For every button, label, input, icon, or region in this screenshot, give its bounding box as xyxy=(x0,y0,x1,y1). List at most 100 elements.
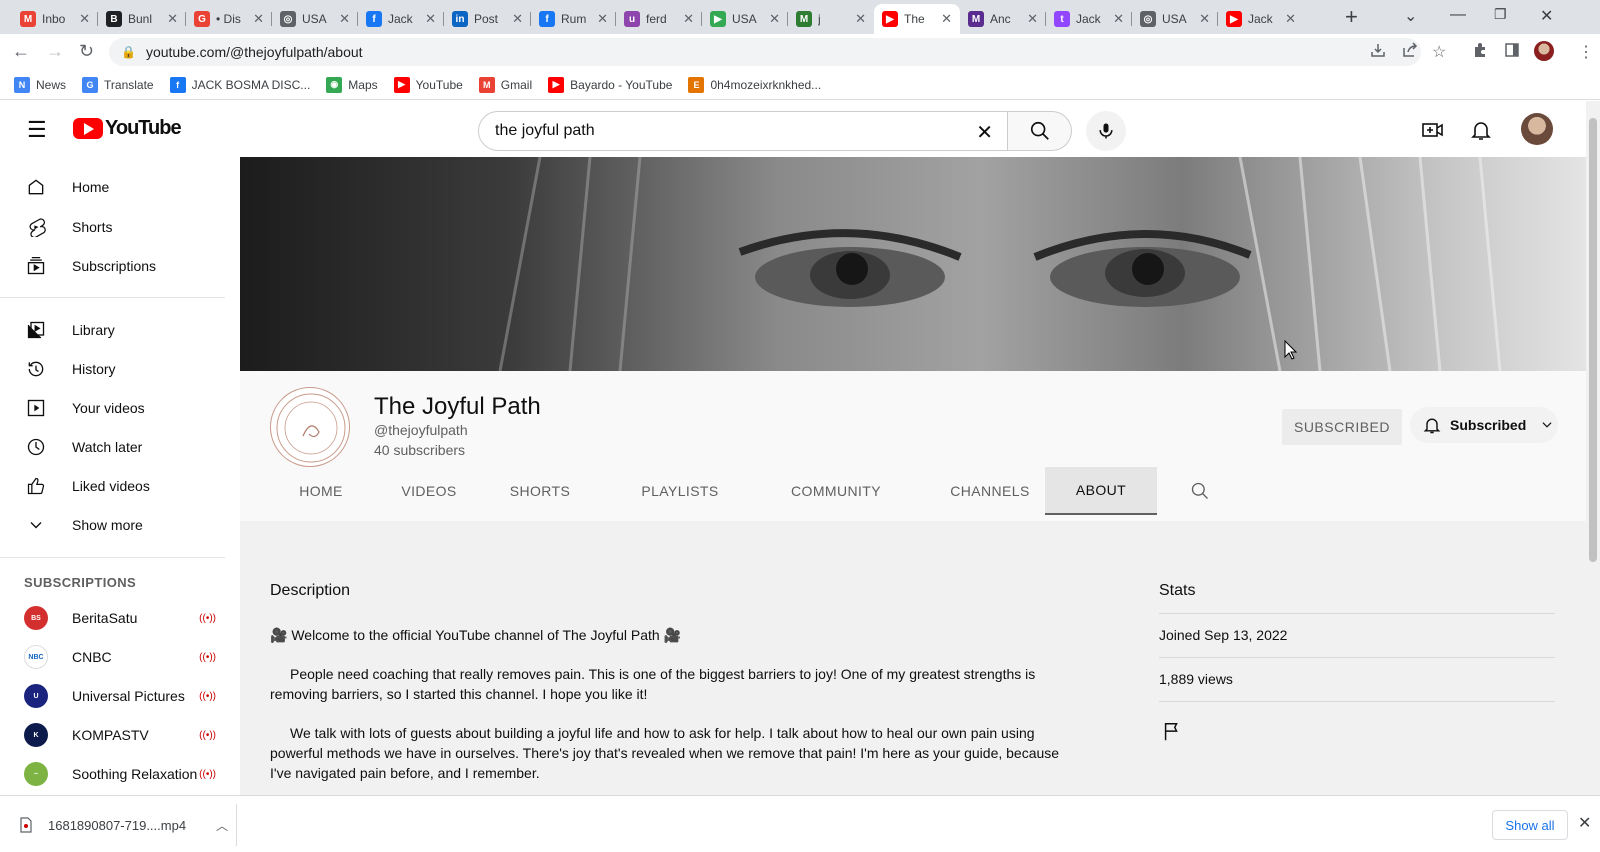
browser-tab[interactable]: B Bunl ✕ xyxy=(98,4,186,34)
tab-favicon-icon: G xyxy=(194,11,210,27)
tab-title: Post xyxy=(474,12,499,26)
browser-tab[interactable]: Mj ✕ xyxy=(788,4,874,34)
tab-channels[interactable]: CHANNELS xyxy=(922,467,1058,515)
tab-home[interactable]: HOME xyxy=(272,467,370,515)
browser-tab[interactable]: in Post ✕ xyxy=(444,4,531,34)
subscribed-dropdown-button[interactable]: Subscribed xyxy=(1410,407,1558,443)
subscription-item[interactable]: U Universal Pictures ((•)) xyxy=(12,676,228,716)
new-tab-button[interactable]: + xyxy=(1345,6,1358,28)
sidebar-item-liked-videos[interactable]: Liked videos xyxy=(12,466,228,506)
subscribed-button[interactable]: SUBSCRIBED xyxy=(1282,409,1402,445)
browser-tab[interactable]: ▶ Jack ✕ xyxy=(1218,4,1304,34)
close-tab-icon[interactable]: ✕ xyxy=(855,11,866,27)
tab-label: COMMUNITY xyxy=(791,483,881,499)
guide-menu-icon[interactable]: ☰ xyxy=(27,117,47,143)
sidebar-item-home[interactable]: Home xyxy=(12,167,228,207)
tab-search-icon[interactable]: ⌄ xyxy=(1404,6,1417,26)
channel-avatar-logo[interactable] xyxy=(270,387,350,467)
bookmark-item[interactable]: f JACK BOSMA DISC... xyxy=(169,76,310,93)
subscription-item[interactable]: ~ Soothing Relaxation ((•)) xyxy=(12,754,228,794)
browser-tab[interactable]: t Jack ✕ xyxy=(1046,4,1132,34)
sidebar-item-library[interactable]: Library xyxy=(12,310,228,350)
tab-playlists[interactable]: PLAYLISTS xyxy=(610,467,750,515)
sidebar-item-watch-later[interactable]: Watch later xyxy=(12,427,228,467)
sidebar-item-your-videos[interactable]: Your videos xyxy=(12,388,228,428)
extensions-icon[interactable] xyxy=(1472,42,1488,58)
close-tab-icon[interactable]: ✕ xyxy=(1199,11,1210,27)
forward-button[interactable]: → xyxy=(46,41,64,62)
create-video-icon[interactable] xyxy=(1421,118,1445,142)
bookmark-item[interactable]: ▶ Bayardo - YouTube xyxy=(548,76,672,93)
close-tab-icon[interactable]: ✕ xyxy=(1113,11,1124,27)
close-tab-icon[interactable]: ✕ xyxy=(79,11,90,27)
bookmark-item[interactable]: G Translate xyxy=(82,76,154,93)
sidebar-item-show-more[interactable]: Show more xyxy=(12,505,228,545)
bookmark-item[interactable]: E 0h4mozeixrknkhed... xyxy=(688,76,821,93)
report-flag-icon[interactable] xyxy=(1161,721,1183,743)
browser-tab[interactable]: M Inbo ✕ xyxy=(12,4,98,34)
close-tab-icon[interactable]: ✕ xyxy=(597,11,608,27)
browser-tab[interactable]: ◎ USA ✕ xyxy=(272,4,358,34)
channel-search-icon[interactable] xyxy=(1190,481,1210,501)
tab-shorts[interactable]: SHORTS xyxy=(488,467,592,515)
close-tab-icon[interactable]: ✕ xyxy=(941,11,952,27)
bookmark-item[interactable]: M Gmail xyxy=(478,76,532,93)
clear-search-icon[interactable]: ✕ xyxy=(976,120,993,145)
close-download-bar-icon[interactable]: ✕ xyxy=(1578,813,1591,833)
browser-tab[interactable]: G • Dis ✕ xyxy=(186,4,272,34)
chevron-up-icon[interactable]: ︿ xyxy=(216,817,228,834)
tab-community[interactable]: COMMUNITY xyxy=(762,467,910,515)
browser-tab-strip: M Inbo ✕ B Bunl ✕ G • Dis ✕ ◎ USA ✕ f Jack ✕ in Post ✕ f Ru… xyxy=(0,0,1600,34)
url-bar[interactable]: 🔒 youtube.com/@thejoyfulpath/about xyxy=(109,38,1421,66)
browser-tab[interactable]: M Anc ✕ xyxy=(960,4,1046,34)
bookmark-star-icon[interactable]: ☆ xyxy=(1432,42,1446,62)
tab-label: SHORTS xyxy=(509,483,571,499)
install-icon[interactable] xyxy=(1370,42,1386,58)
sidebar-item-subscriptions[interactable]: Subscriptions xyxy=(12,246,228,286)
minimize-button[interactable]: — xyxy=(1450,6,1466,24)
sidebar-item-label: Subscriptions xyxy=(72,258,157,274)
close-tab-icon[interactable]: ✕ xyxy=(512,11,523,27)
show-all-button[interactable]: Show all xyxy=(1492,810,1568,840)
close-tab-icon[interactable]: ✕ xyxy=(683,11,694,27)
bookmark-item[interactable]: N News xyxy=(14,76,66,93)
reload-button[interactable]: ↻ xyxy=(79,41,94,62)
search-button[interactable] xyxy=(1008,111,1072,151)
bookmark-item[interactable]: ▶ YouTube xyxy=(393,76,463,93)
close-tab-icon[interactable]: ✕ xyxy=(253,11,264,27)
side-panel-icon[interactable] xyxy=(1504,42,1520,58)
youtube-logo[interactable]: YouTube xyxy=(73,117,182,140)
bookmark-item[interactable]: ◉ Maps xyxy=(326,76,378,93)
subscription-item[interactable]: NBC CNBC ((•)) xyxy=(12,637,228,677)
tab-videos[interactable]: VIDEOS xyxy=(380,467,478,515)
close-tab-icon[interactable]: ✕ xyxy=(1027,11,1038,27)
profile-avatar[interactable] xyxy=(1534,41,1554,61)
browser-tab[interactable]: ◎ USA ✕ xyxy=(1132,4,1218,34)
close-tab-icon[interactable]: ✕ xyxy=(339,11,350,27)
browser-tab[interactable]: u ferd ✕ xyxy=(616,4,702,34)
browser-tab[interactable]: ▶ USA ✕ xyxy=(702,4,788,34)
close-tab-icon[interactable]: ✕ xyxy=(425,11,436,27)
account-avatar[interactable] xyxy=(1521,113,1553,145)
subscription-item[interactable]: BS BeritaSatu ((•)) xyxy=(12,598,228,638)
browser-tab[interactable]: ▶ The ✕ xyxy=(874,4,960,34)
close-tab-icon[interactable]: ✕ xyxy=(1285,11,1296,27)
download-item[interactable]: 1681890807-719....mp4 ︿ xyxy=(18,810,228,840)
tab-about[interactable]: ABOUT xyxy=(1045,467,1157,515)
scrollbar-thumb[interactable] xyxy=(1589,118,1597,562)
sidebar-item-shorts[interactable]: Shorts xyxy=(12,207,228,247)
close-window-button[interactable]: ✕ xyxy=(1540,6,1553,26)
voice-search-button[interactable] xyxy=(1086,111,1126,151)
maximize-button[interactable]: ❐ xyxy=(1494,6,1507,23)
search-input[interactable]: the joyful path ✕ xyxy=(478,111,1008,151)
subscription-item[interactable]: K KOMPASTV ((•)) xyxy=(12,715,228,755)
browser-tab[interactable]: f Rum ✕ xyxy=(531,4,616,34)
back-button[interactable]: ← xyxy=(12,41,30,62)
close-tab-icon[interactable]: ✕ xyxy=(769,11,780,27)
sidebar-item-history[interactable]: History xyxy=(12,349,228,389)
menu-icon[interactable]: ⋮ xyxy=(1578,42,1594,62)
browser-tab[interactable]: f Jack ✕ xyxy=(358,4,444,34)
close-tab-icon[interactable]: ✕ xyxy=(167,11,178,27)
share-icon[interactable] xyxy=(1402,42,1418,58)
notifications-bell-icon[interactable] xyxy=(1469,118,1493,142)
